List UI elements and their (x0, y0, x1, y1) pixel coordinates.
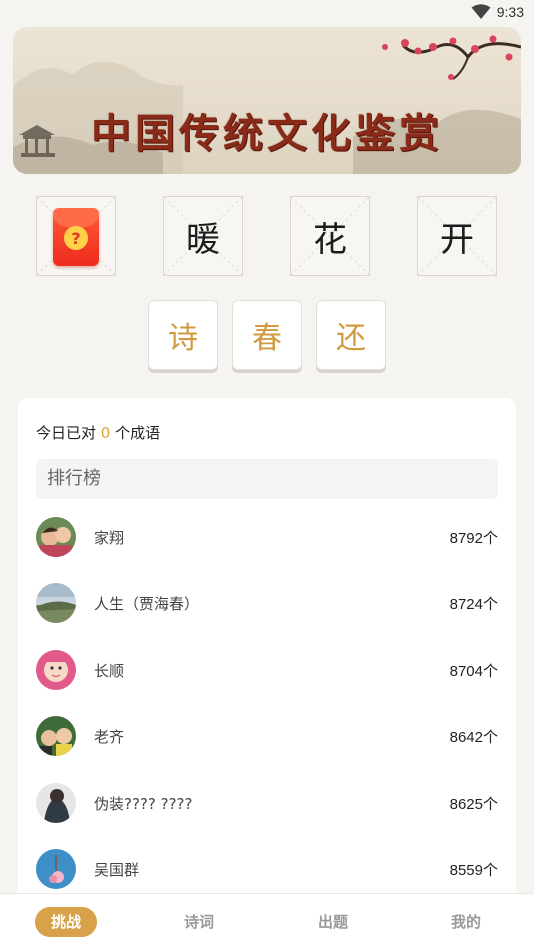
avatar (36, 783, 76, 823)
avatar (36, 849, 76, 889)
nav-challenge[interactable]: 挑战 (35, 907, 97, 937)
rank-name: 吴国群 (94, 861, 140, 879)
puzzle-char: 开 (440, 219, 474, 260)
banner-image: 中国传统文化鉴赏 (13, 27, 521, 174)
status-right: 9:33 (471, 4, 524, 20)
rank-score: 8559个 (449, 862, 498, 879)
option-tile-2[interactable]: 春 (232, 300, 302, 370)
leaderboard-card: 今日已对 0 个成语 排行榜 家翔 8792个 人生（贾海春） 8724个 长顺… (18, 398, 516, 918)
nav-poetry[interactable]: 诗词 (168, 907, 230, 937)
avatar (36, 650, 76, 690)
puzzle-char: 花 (313, 219, 347, 260)
table-row[interactable]: 老齐 8642个 (18, 716, 516, 782)
table-row[interactable]: 家翔 8792个 (18, 517, 516, 583)
table-row[interactable]: 人生（贾海春） 8724个 (18, 583, 516, 649)
rank-score: 8704个 (449, 663, 498, 680)
leaderboard-header: 排行榜 (36, 459, 498, 499)
status-bar: 9:33 (0, 0, 534, 28)
rank-score: 8642个 (449, 729, 498, 746)
hint-cell[interactable]: ? (36, 196, 116, 276)
wifi-icon (471, 4, 491, 20)
nav-make-question[interactable]: 出题 (302, 907, 364, 937)
char-cell-2: 花 (290, 196, 370, 276)
char-cell-1: 暖 (163, 196, 243, 276)
envelope-flap (53, 208, 99, 228)
table-row[interactable]: 长顺 8704个 (18, 650, 516, 716)
rank-score: 8625个 (449, 796, 498, 813)
today-suffix: 个成语 (115, 424, 161, 442)
rank-score: 8724个 (449, 596, 498, 613)
avatar (36, 716, 76, 756)
puzzle-char: 暖 (186, 219, 220, 260)
today-count: 0 (100, 424, 111, 442)
rank-name: 伪装???? ???? (94, 795, 193, 813)
option-tile-3[interactable]: 还 (316, 300, 386, 370)
avatar (36, 517, 76, 557)
banner-title: 中国传统文化鉴赏 (91, 110, 443, 157)
rank-score: 8792个 (449, 530, 498, 547)
nav-mine[interactable]: 我的 (435, 907, 497, 937)
today-progress: 今日已对 0 个成语 (36, 422, 160, 443)
question-mark: ? (64, 226, 88, 250)
char-cell-3: 开 (417, 196, 497, 276)
today-prefix: 今日已对 (36, 424, 97, 442)
status-time: 9:33 (496, 4, 524, 20)
rank-name: 人生（贾海春） (94, 595, 200, 613)
avatar (36, 583, 76, 623)
bottom-nav: 挑战 诗词 出题 我的 (0, 893, 534, 949)
option-tile-1[interactable]: 诗 (148, 300, 218, 370)
red-envelope-question-icon[interactable]: ? (53, 208, 99, 266)
rank-name: 家翔 (94, 529, 125, 547)
rank-name: 老齐 (94, 728, 125, 746)
rank-name: 长顺 (94, 662, 125, 680)
table-row[interactable]: 伪装???? ???? 8625个 (18, 783, 516, 849)
